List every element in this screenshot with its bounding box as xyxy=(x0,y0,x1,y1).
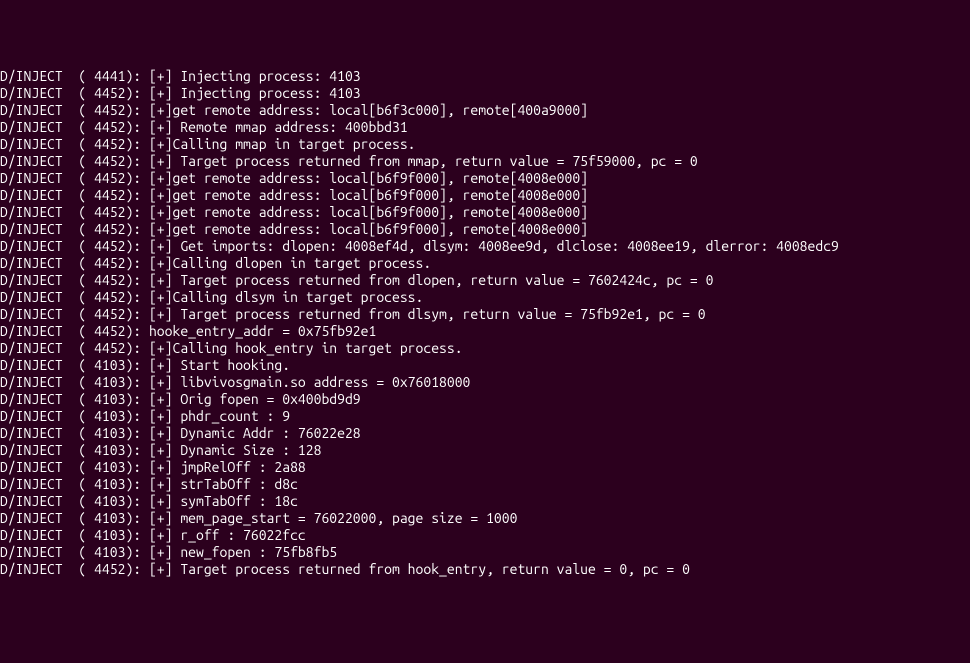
log-line: D/INJECT ( 4452): [+]Calling mmap in tar… xyxy=(0,136,970,153)
log-line: D/INJECT ( 4103): [+] phdr_count : 9 xyxy=(0,408,970,425)
log-line: D/INJECT ( 4103): [+] libvivosgmain.so a… xyxy=(0,374,970,391)
log-line: D/INJECT ( 4103): [+] mem_page_start = 7… xyxy=(0,510,970,527)
log-line: D/INJECT ( 4103): [+] symTabOff : 18c xyxy=(0,493,970,510)
log-line: D/INJECT ( 4103): [+] jmpRelOff : 2a88 xyxy=(0,459,970,476)
log-line: D/INJECT ( 4452): [+]get remote address:… xyxy=(0,187,970,204)
log-line: D/INJECT ( 4452): [+] Target process ret… xyxy=(0,561,970,578)
log-line: D/INJECT ( 4452): [+] Target process ret… xyxy=(0,153,970,170)
log-line: D/INJECT ( 4103): [+] Dynamic Size : 128 xyxy=(0,442,970,459)
log-line: D/INJECT ( 4441): [+] Injecting process:… xyxy=(0,68,970,85)
log-line: D/INJECT ( 4452): [+] Injecting process:… xyxy=(0,85,970,102)
log-line: D/INJECT ( 4103): [+] r_off : 76022fcc xyxy=(0,527,970,544)
log-line: D/INJECT ( 4452): [+] Remote mmap addres… xyxy=(0,119,970,136)
log-line: D/INJECT ( 4452): [+] Target process ret… xyxy=(0,272,970,289)
terminal-output: D/INJECT ( 4441): [+] Injecting process:… xyxy=(0,68,970,578)
log-line: D/INJECT ( 4452): hooke_entry_addr = 0x7… xyxy=(0,323,970,340)
log-line: D/INJECT ( 4452): [+]get remote address:… xyxy=(0,204,970,221)
log-line: D/INJECT ( 4452): [+]get remote address:… xyxy=(0,221,970,238)
log-line: D/INJECT ( 4103): [+] Start hooking. xyxy=(0,357,970,374)
log-line: D/INJECT ( 4452): [+]Calling dlsym in ta… xyxy=(0,289,970,306)
log-line: D/INJECT ( 4103): [+] Orig fopen = 0x400… xyxy=(0,391,970,408)
log-line: D/INJECT ( 4452): [+] Get imports: dlope… xyxy=(0,238,970,255)
log-line: D/INJECT ( 4103): [+] strTabOff : d8c xyxy=(0,476,970,493)
log-line: D/INJECT ( 4452): [+]get remote address:… xyxy=(0,102,970,119)
log-line: D/INJECT ( 4452): [+] Target process ret… xyxy=(0,306,970,323)
log-line: D/INJECT ( 4452): [+]get remote address:… xyxy=(0,170,970,187)
log-line: D/INJECT ( 4452): [+]Calling dlopen in t… xyxy=(0,255,970,272)
log-line: D/INJECT ( 4452): [+]Calling hook_entry … xyxy=(0,340,970,357)
log-line: D/INJECT ( 4103): [+] Dynamic Addr : 760… xyxy=(0,425,970,442)
